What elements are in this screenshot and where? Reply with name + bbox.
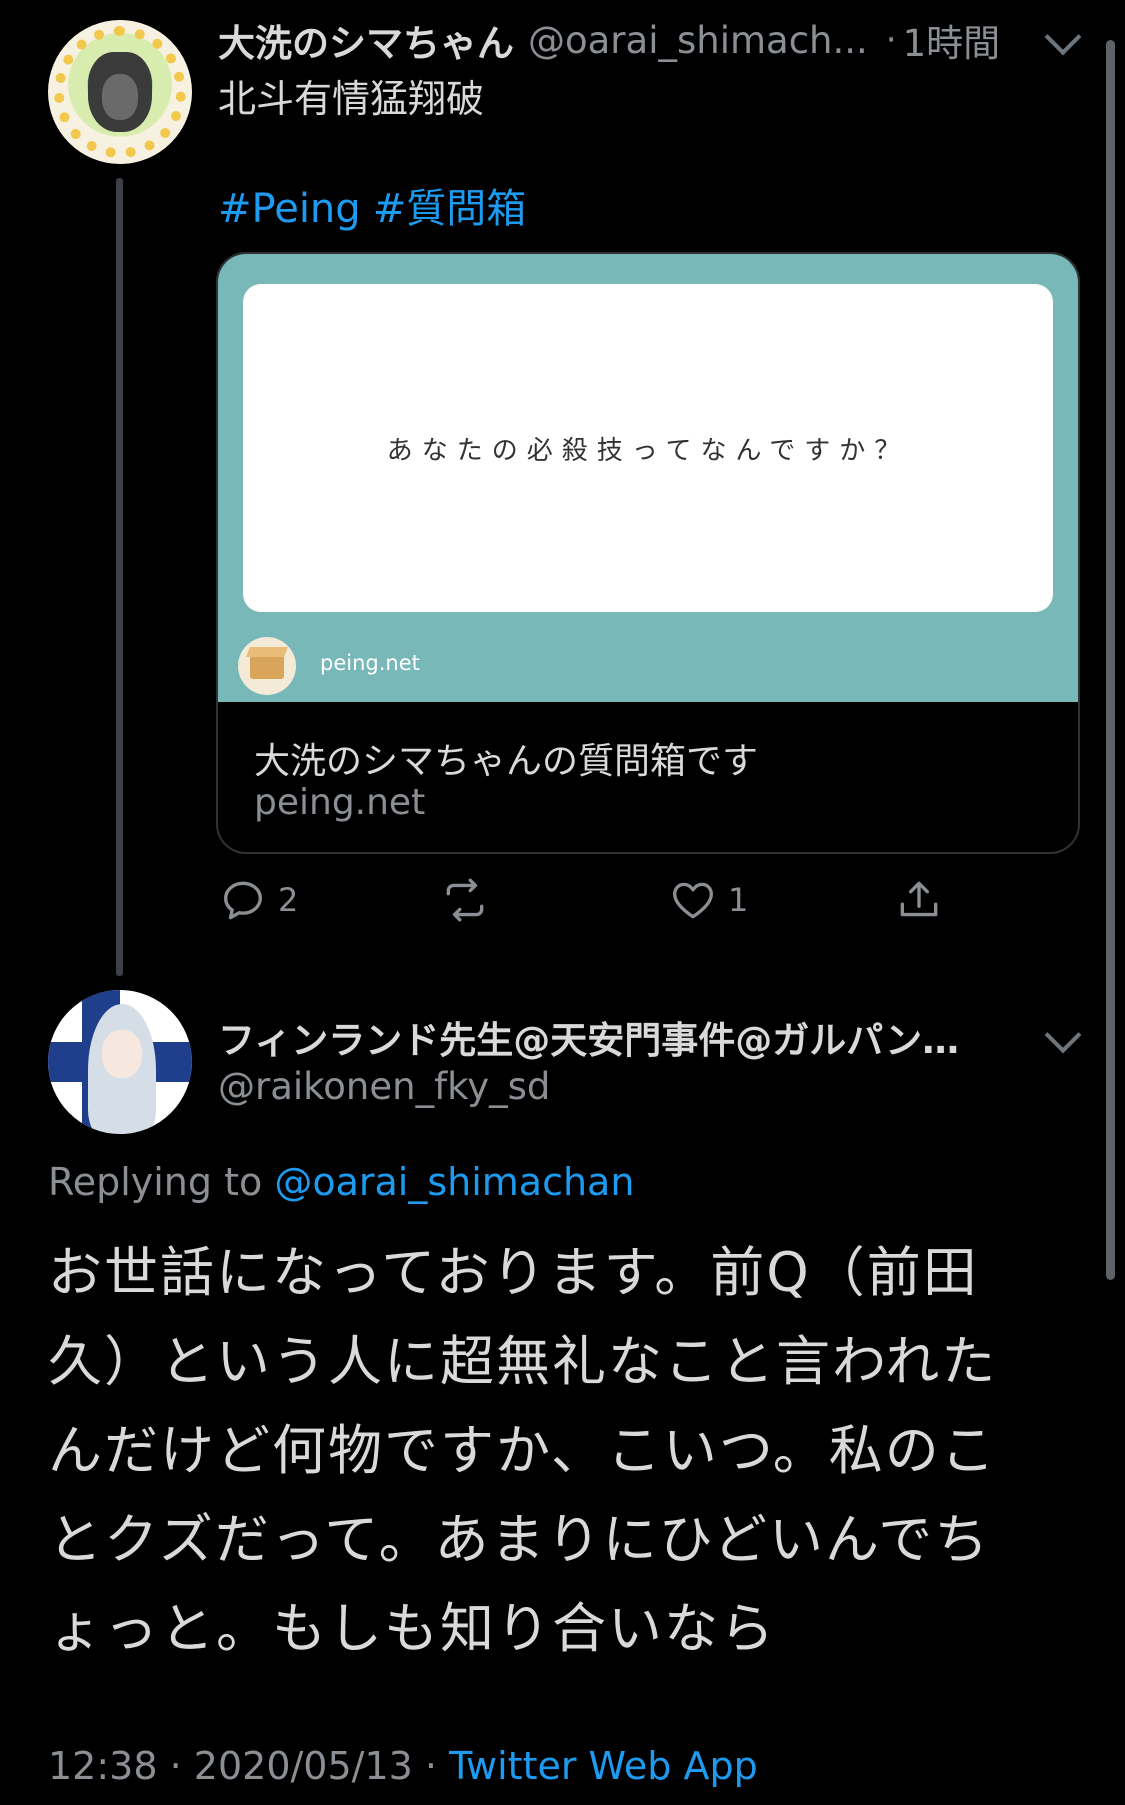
tweet2-date[interactable]: 2020/05/13 [194, 1744, 413, 1788]
retweet-button[interactable] [440, 872, 490, 928]
tweet2-body: お世話になっております。前Q（前田 久）という人に超無礼なこと言われた んだけど… [48, 1228, 1068, 1673]
tweet2-body-line: お世話になっております。前Q（前田 [48, 1241, 979, 1304]
reply-count: 2 [278, 881, 299, 919]
tweet2-source-app[interactable]: Twitter Web App [449, 1744, 758, 1788]
card-domain: peing.net [254, 782, 426, 823]
tweet2-time[interactable]: 12:38 [48, 1744, 158, 1788]
replying-prefix: Replying to [48, 1160, 263, 1204]
thread-connector-line [116, 178, 123, 976]
avatar-oarai-shimachan[interactable] [48, 20, 192, 164]
tweet2-metadata: 12:38 · 2020/05/13 · Twitter Web App [48, 1744, 758, 1788]
hashtag-peing[interactable]: #Peing [218, 186, 361, 232]
tweet2-body-line: 久）という人に超無礼なこと言われた [48, 1330, 998, 1393]
retweet-icon [446, 878, 484, 922]
share-button[interactable] [894, 872, 944, 928]
tweet1-display-name[interactable]: 大洗のシマちゃん [218, 13, 514, 67]
reply-icon [224, 881, 262, 920]
avatar-character-face [102, 1030, 142, 1078]
card-image-brand: peing.net [320, 651, 420, 675]
tweet1-handle[interactable]: @oarai_shimach... [528, 19, 868, 62]
tweet1-hashtags: #Peing #質問箱 [218, 176, 538, 234]
replying-to-line: Replying to @oarai_shimachan [48, 1160, 634, 1204]
hashtag-question-box[interactable]: #質問箱 [373, 186, 527, 232]
scrollbar[interactable] [1106, 40, 1115, 1280]
like-button[interactable]: 1 [668, 872, 748, 928]
tweet1-action-bar: 2 1 [218, 872, 1078, 928]
reply-button[interactable]: 2 [218, 872, 298, 928]
link-preview-card[interactable]: あなたの必殺技ってなんですか？ peing.net 大洗のシマちゃんの質問箱です… [216, 252, 1080, 854]
reply-mention-link[interactable]: @oarai_shimachan [274, 1160, 634, 1204]
tweet-thread-page: 大洗のシマちゃん @oarai_shimach... · 1時間 北斗有情猛翔破… [0, 0, 1125, 1805]
peing-box-icon [238, 637, 296, 695]
tweet2-body-line: んだけど何物ですか、こいつ。私のこ [48, 1419, 997, 1482]
tweet1-text: 北斗有情猛翔破 [218, 77, 485, 121]
avatar-character [88, 52, 152, 132]
tweet1-separator: · [885, 20, 897, 60]
meta-separator: · [424, 1744, 438, 1788]
tweet1-time[interactable]: 1時間 [903, 13, 1001, 67]
question-text: あなたの必殺技ってなんですか？ [386, 435, 910, 466]
heart-icon [673, 882, 713, 919]
chevron-down-icon[interactable] [1044, 1016, 1082, 1054]
share-icon [900, 881, 938, 917]
tweet2-body-line: ょっと。もしも知り合いなら [48, 1597, 776, 1660]
card-image: あなたの必殺技ってなんですか？ peing.net [218, 254, 1078, 702]
meta-separator: · [169, 1744, 182, 1788]
question-box: あなたの必殺技ってなんですか？ [243, 284, 1053, 612]
tweet2-body-line: とクズだって。あまりにひどいんでち [48, 1508, 991, 1571]
like-count: 1 [728, 881, 749, 919]
tweet2-display-name[interactable]: フィンランド先生@天安門事件@ガルパン… [218, 1010, 1018, 1064]
card-title: 大洗のシマちゃんの質問箱です [254, 741, 759, 782]
avatar-raikonen[interactable] [48, 990, 192, 1134]
tweet2-handle[interactable]: @raikonen_fky_sd [218, 1065, 550, 1108]
tweet1-header: 大洗のシマちゃん @oarai_shimach... · 1時間 [218, 14, 1078, 66]
